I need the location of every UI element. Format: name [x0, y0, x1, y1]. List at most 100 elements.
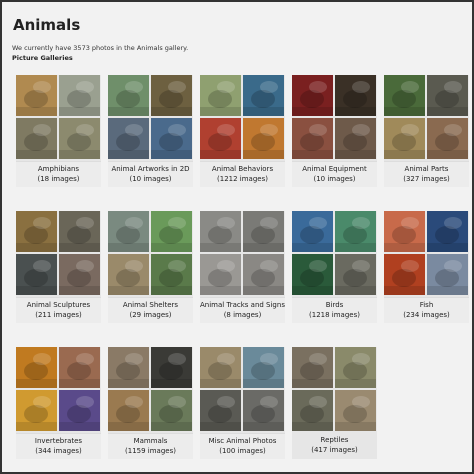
gallery-tile[interactable]: Animal Tracks and Signs (8 images) — [200, 211, 285, 323]
gallery-thumbnail-fish-photo[interactable] — [384, 254, 425, 295]
gallery-thumbnail-misc-photo[interactable] — [200, 390, 241, 431]
gallery-thumbnail-animal-photo[interactable] — [200, 118, 241, 159]
gallery-thumbnail-shelter-photo[interactable] — [108, 254, 149, 295]
gallery-thumbnail-bug-photo[interactable] — [59, 347, 100, 388]
gallery-thumbnail-fish-photo[interactable] — [427, 211, 468, 252]
gallery-name: Fish — [419, 301, 434, 309]
gallery-thumbnail-misc-photo[interactable] — [200, 347, 241, 388]
gallery-thumbnail-animal-photo[interactable] — [384, 75, 425, 116]
gallery-tile[interactable]: Mammals (1159 images) — [108, 347, 193, 459]
gallery-thumbnail-equipment-photo[interactable] — [292, 118, 333, 159]
gallery-tile[interactable]: Animal Shelters (29 images) — [108, 211, 193, 323]
gallery-thumbnail-art-photo[interactable] — [151, 118, 192, 159]
gallery-name: Animal Artworks in 2D — [111, 165, 190, 173]
gallery-thumbnail-sculpture-photo[interactable] — [59, 254, 100, 295]
gallery-thumbnail-bug-photo[interactable] — [16, 347, 57, 388]
gallery-thumbnail-tracks-photo[interactable] — [243, 254, 284, 295]
gallery-thumbnail-frog-photo[interactable] — [59, 118, 100, 159]
gallery-thumbnail-mammal-photo[interactable] — [108, 390, 149, 431]
gallery-thumbnail-misc-photo[interactable] — [243, 390, 284, 431]
gallery-thumbnail-bird-photo[interactable] — [335, 211, 376, 252]
gallery-thumbnail-equipment-photo[interactable] — [292, 75, 333, 116]
gallery-thumbnail-animal-photo[interactable] — [200, 75, 241, 116]
gallery-thumbnail-animal-photo[interactable] — [427, 75, 468, 116]
gallery-thumbnail-animal-photo[interactable] — [243, 118, 284, 159]
gallery-tile[interactable]: Amphibians (18 images) — [16, 75, 101, 187]
gallery-thumbnail-bird-photo[interactable] — [292, 254, 333, 295]
gallery-caption[interactable]: Misc Animal Photos (100 images) — [200, 433, 285, 459]
gallery-thumbnail-frog-photo[interactable] — [16, 118, 57, 159]
gallery-image-count: (234 images) — [403, 311, 450, 319]
gallery-tile[interactable]: Animal Behaviors (1212 images) — [200, 75, 285, 187]
gallery-thumbnail-mammal-photo[interactable] — [108, 347, 149, 388]
gallery-caption[interactable]: Animal Shelters (29 images) — [108, 297, 193, 323]
gallery-thumbnail-sculpture-photo[interactable] — [16, 211, 57, 252]
gallery-tile[interactable]: Fish (234 images) — [384, 211, 469, 323]
gallery-caption[interactable]: Invertebrates (344 images) — [16, 433, 101, 459]
gallery-caption[interactable]: Animal Tracks and Signs (8 images) — [200, 297, 285, 323]
gallery-thumbnail-art-photo[interactable] — [151, 75, 192, 116]
gallery-name: Birds — [325, 301, 344, 309]
gallery-thumbnail-reptile-photo[interactable] — [292, 347, 333, 388]
gallery-thumbnail-tracks-photo[interactable] — [200, 211, 241, 252]
gallery-thumbnail-shelter-photo[interactable] — [151, 254, 192, 295]
gallery-caption[interactable]: Animal Parts (327 images) — [384, 161, 469, 187]
gallery-image-count: (10 images) — [129, 175, 172, 183]
gallery-thumbnail-animal-photo[interactable] — [243, 75, 284, 116]
gallery-name: Animal Tracks and Signs — [200, 301, 285, 309]
gallery-thumbnail-fish-photo[interactable] — [427, 254, 468, 295]
gallery-thumbnail-bird-photo[interactable] — [292, 211, 333, 252]
gallery-tile[interactable]: Reptiles (417 images) — [292, 347, 377, 459]
gallery-caption[interactable]: Amphibians (18 images) — [16, 161, 101, 187]
gallery-image-count: (100 images) — [219, 447, 266, 455]
gallery-tile[interactable]: Birds (1218 images) — [292, 211, 377, 323]
gallery-thumbnail-tracks-photo[interactable] — [243, 211, 284, 252]
gallery-thumbnail-reptile-photo[interactable] — [335, 390, 376, 431]
gallery-thumbnail-art-photo[interactable] — [108, 118, 149, 159]
gallery-thumbnail-animal-photo[interactable] — [427, 118, 468, 159]
gallery-caption[interactable]: Animal Behaviors (1212 images) — [200, 161, 285, 187]
gallery-thumbnail-reptile-photo[interactable] — [335, 347, 376, 388]
gallery-name: Mammals — [133, 437, 168, 445]
gallery-thumbnail-fish-photo[interactable] — [384, 211, 425, 252]
gallery-thumbnail-tracks-photo[interactable] — [200, 254, 241, 295]
gallery-tile[interactable]: Animal Sculptures (211 images) — [16, 211, 101, 323]
gallery-thumbnail-equipment-photo[interactable] — [335, 118, 376, 159]
gallery-caption[interactable]: Animal Sculptures (211 images) — [16, 297, 101, 323]
gallery-thumbnail-sculpture-photo[interactable] — [59, 211, 100, 252]
gallery-image-count: (8 images) — [223, 311, 262, 319]
gallery-image-count: (327 images) — [403, 175, 450, 183]
gallery-name: Reptiles — [320, 436, 349, 444]
gallery-thumbnail-mammal-photo[interactable] — [151, 347, 192, 388]
gallery-thumbnail-frog-photo[interactable] — [59, 75, 100, 116]
picture-galleries-heading: Picture Galleries — [12, 54, 73, 62]
gallery-thumbnail-bug-photo[interactable] — [16, 390, 57, 431]
gallery-thumbnail-equipment-photo[interactable] — [335, 75, 376, 116]
gallery-thumbnail-misc-photo[interactable] — [243, 347, 284, 388]
gallery-tile[interactable]: Misc Animal Photos (100 images) — [200, 347, 285, 459]
gallery-thumbnail-frog-photo[interactable] — [16, 75, 57, 116]
gallery-tile[interactable]: Animal Artworks in 2D (10 images) — [108, 75, 193, 187]
gallery-caption[interactable]: Reptiles (417 images) — [292, 433, 377, 459]
gallery-thumbnail-bird-photo[interactable] — [335, 254, 376, 295]
gallery-thumbnail-shelter-photo[interactable] — [151, 211, 192, 252]
gallery-tile[interactable]: Invertebrates (344 images) — [16, 347, 101, 459]
gallery-thumbnail-bug-photo[interactable] — [59, 390, 100, 431]
gallery-tile[interactable]: Animal Parts (327 images) — [384, 75, 469, 187]
gallery-image-count: (1218 images) — [309, 311, 360, 319]
gallery-caption[interactable]: Animal Artworks in 2D (10 images) — [108, 161, 193, 187]
gallery-thumbnail-shelter-photo[interactable] — [108, 211, 149, 252]
gallery-caption[interactable]: Fish (234 images) — [384, 297, 469, 323]
gallery-thumbnail-reptile-photo[interactable] — [292, 390, 333, 431]
gallery-tile[interactable]: Animal Equipment (10 images) — [292, 75, 377, 187]
gallery-caption[interactable]: Birds (1218 images) — [292, 297, 377, 323]
gallery-thumbnail-animal-photo[interactable] — [384, 118, 425, 159]
gallery-thumbnail-sculpture-photo[interactable] — [16, 254, 57, 295]
gallery-name: Misc Animal Photos — [208, 437, 277, 445]
gallery-thumbnail-mammal-photo[interactable] — [151, 390, 192, 431]
gallery-image-count: (29 images) — [129, 311, 172, 319]
gallery-summary-text: We currently have 3573 photos in the Ani… — [12, 44, 189, 52]
gallery-thumbnail-art-photo[interactable] — [108, 75, 149, 116]
gallery-caption[interactable]: Animal Equipment (10 images) — [292, 161, 377, 187]
gallery-caption[interactable]: Mammals (1159 images) — [108, 433, 193, 459]
